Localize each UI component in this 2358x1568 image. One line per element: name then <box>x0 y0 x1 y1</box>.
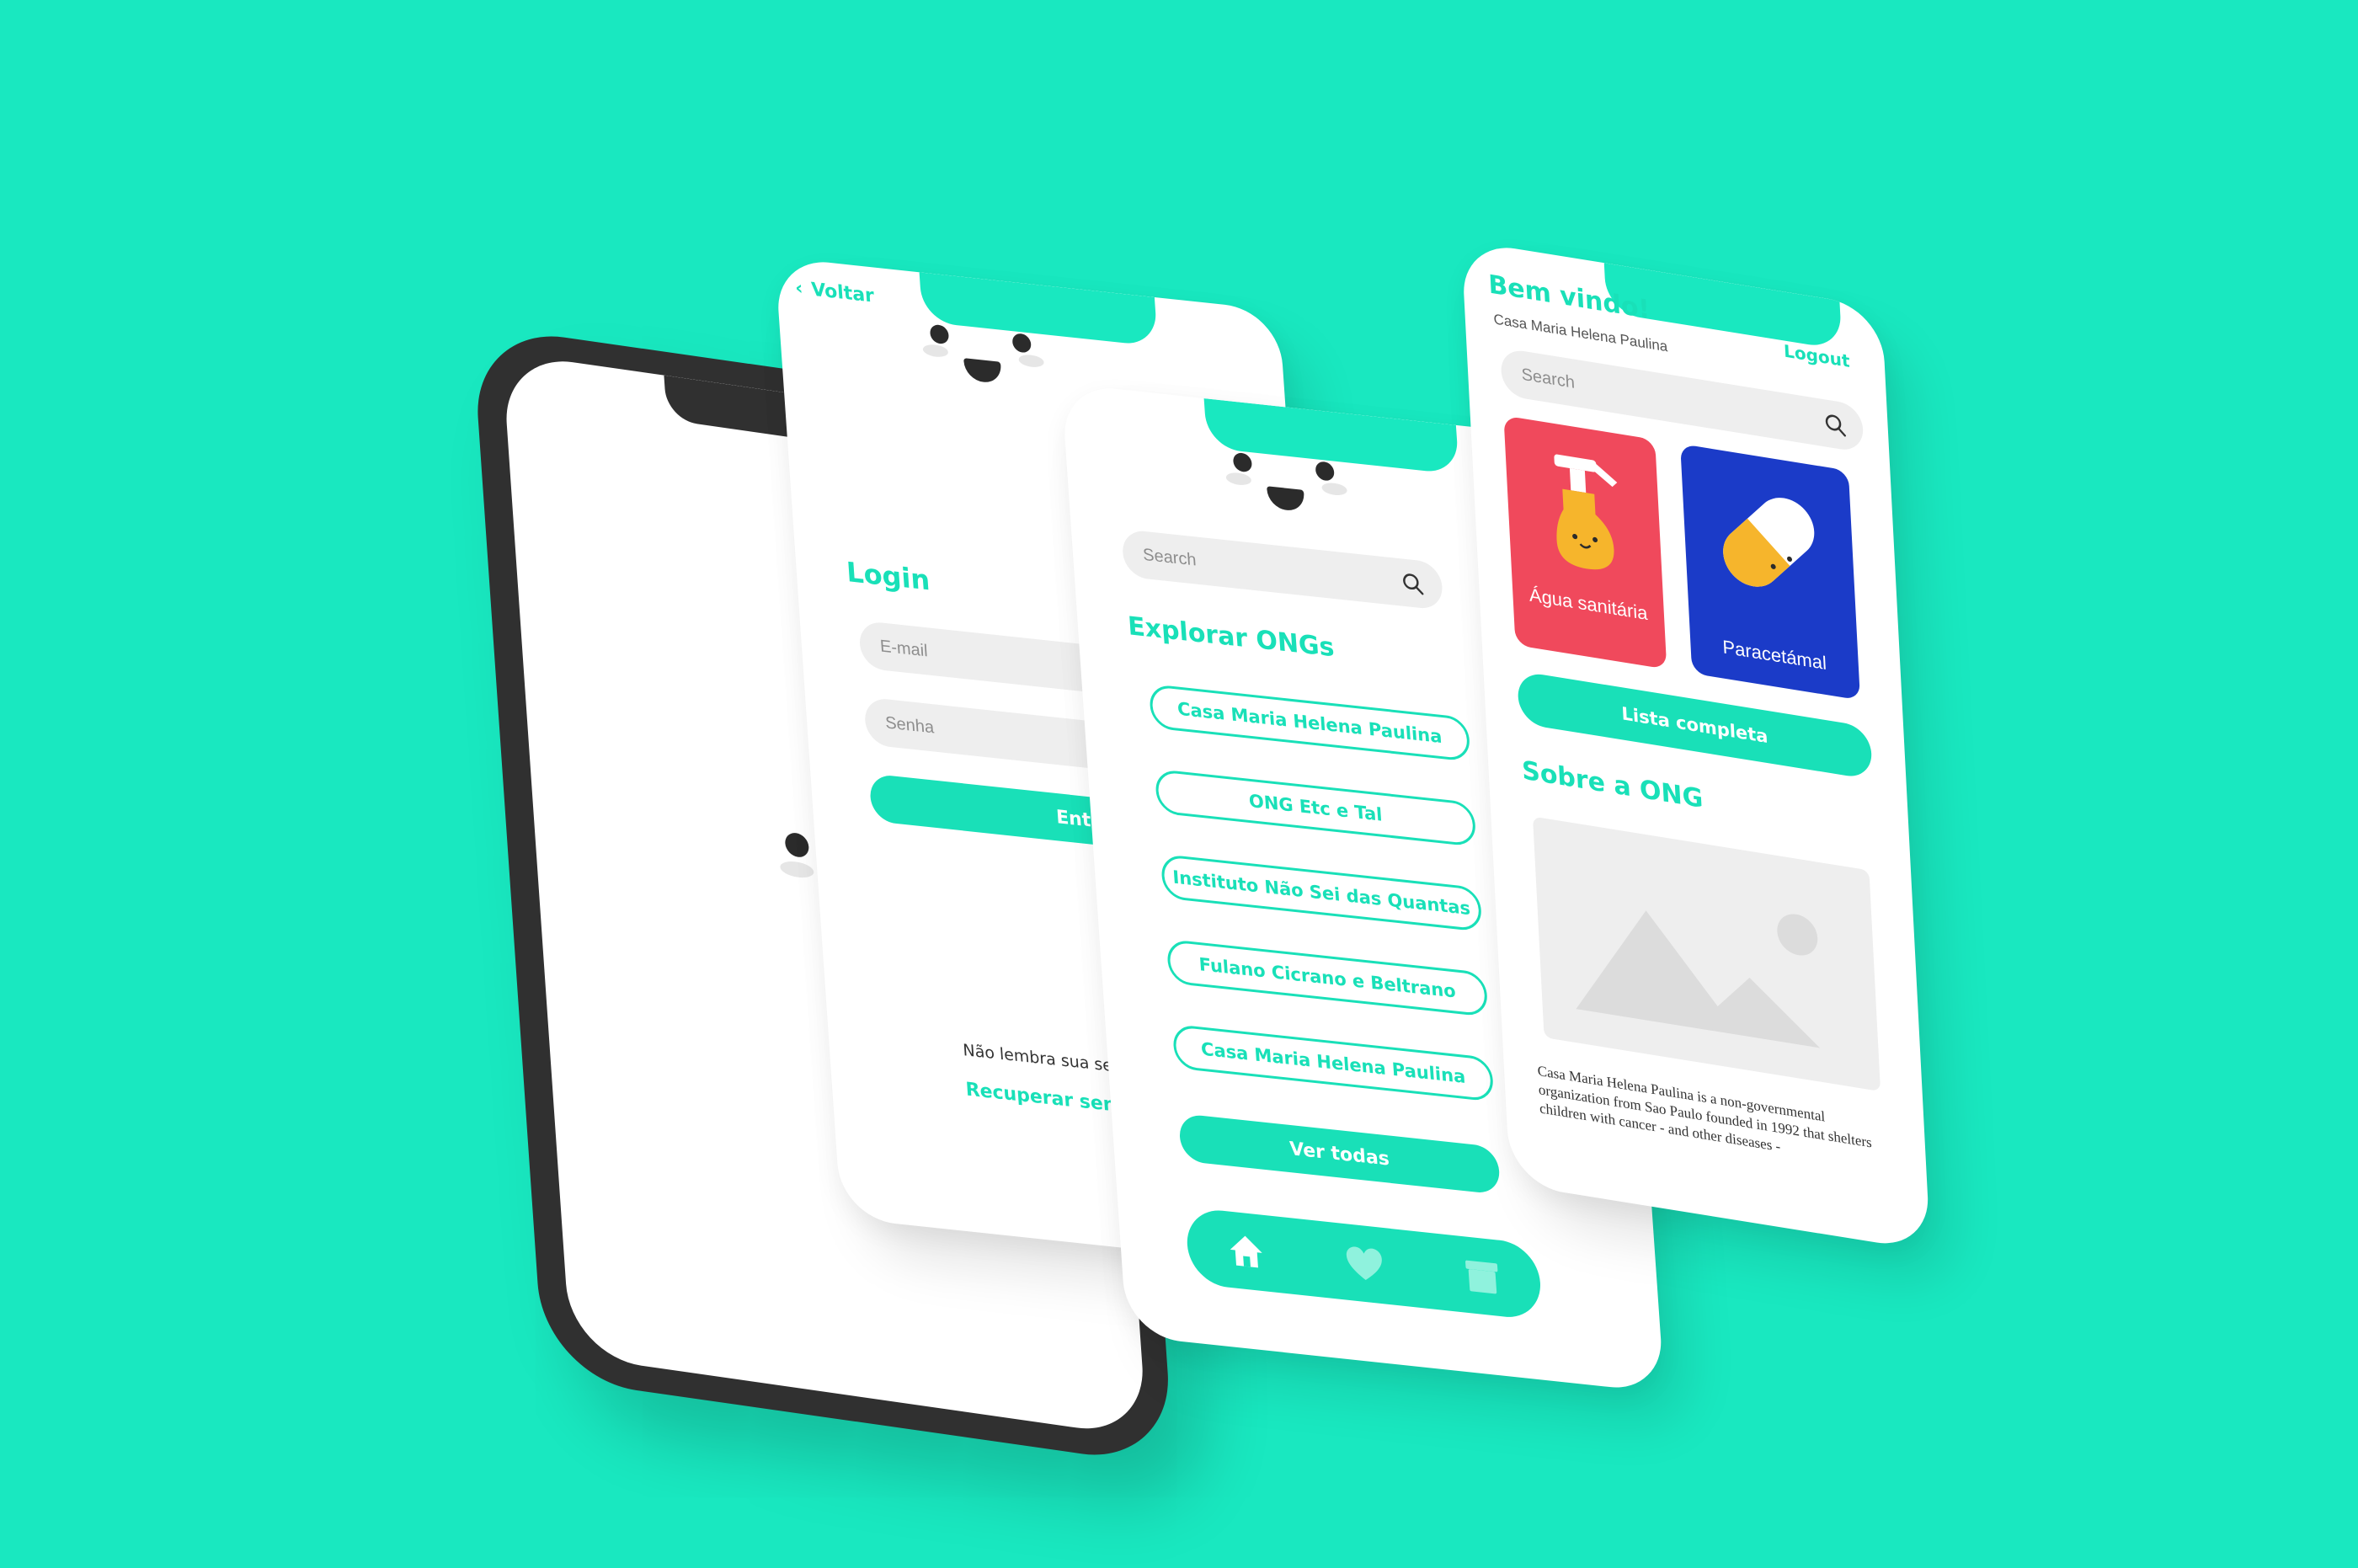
about-title: Sobre a ONG <box>1521 755 1704 815</box>
ong-list-item[interactable]: Instituto Não Sei das Quantas <box>1160 853 1483 932</box>
bottom-nav-bar <box>1184 1206 1544 1321</box>
email-placeholder: E-mail <box>879 636 929 661</box>
logout-link[interactable]: Logout <box>1784 340 1850 371</box>
item-card-water[interactable]: Água sanitária <box>1503 415 1667 669</box>
home-icon[interactable] <box>1226 1230 1267 1272</box>
box-icon[interactable] <box>1462 1256 1502 1296</box>
chevron-left-icon: ‹ <box>794 277 804 300</box>
back-label: Voltar <box>810 279 875 307</box>
ong-list-item[interactable]: Casa Maria Helena Paulina <box>1171 1023 1495 1102</box>
smiley-face-icon <box>913 323 1086 417</box>
search-icon[interactable] <box>1823 412 1846 437</box>
search-placeholder: Search <box>1521 365 1576 392</box>
pill-icon <box>1723 498 1815 587</box>
image-placeholder-icon <box>1532 816 1881 1092</box>
search-placeholder: Search <box>1142 545 1198 570</box>
item-card-pill[interactable]: Paracetámal <box>1680 443 1860 701</box>
back-link[interactable]: ‹ Voltar <box>794 278 874 307</box>
password-placeholder: Senha <box>884 712 935 738</box>
ong-list-item[interactable]: Fulano Cicrano e Beltrano <box>1166 938 1489 1017</box>
search-icon[interactable] <box>1401 571 1425 595</box>
smiley-face-icon <box>1216 451 1390 545</box>
spray-bottle-icon <box>1554 454 1618 570</box>
heart-icon[interactable] <box>1344 1244 1385 1283</box>
ong-list-item[interactable]: Casa Maria Helena Paulina <box>1148 683 1471 762</box>
search-input[interactable]: Search <box>1121 528 1444 611</box>
explore-title: Explorar ONGs <box>1127 611 1336 664</box>
dashboard-card: Bem vindo! Casa Maria Helena Paulina Log… <box>1461 240 1931 1251</box>
item-label: Água sanitária <box>1528 584 1649 625</box>
dashboard-screen: Bem vindo! Casa Maria Helena Paulina Log… <box>1461 240 1931 1251</box>
ong-list-item[interactable]: ONG Etc e Tal <box>1154 768 1477 847</box>
see-all-button[interactable]: Ver todas <box>1178 1112 1502 1195</box>
login-title: Login <box>845 555 931 597</box>
item-label: Paracetámal <box>1721 636 1827 675</box>
